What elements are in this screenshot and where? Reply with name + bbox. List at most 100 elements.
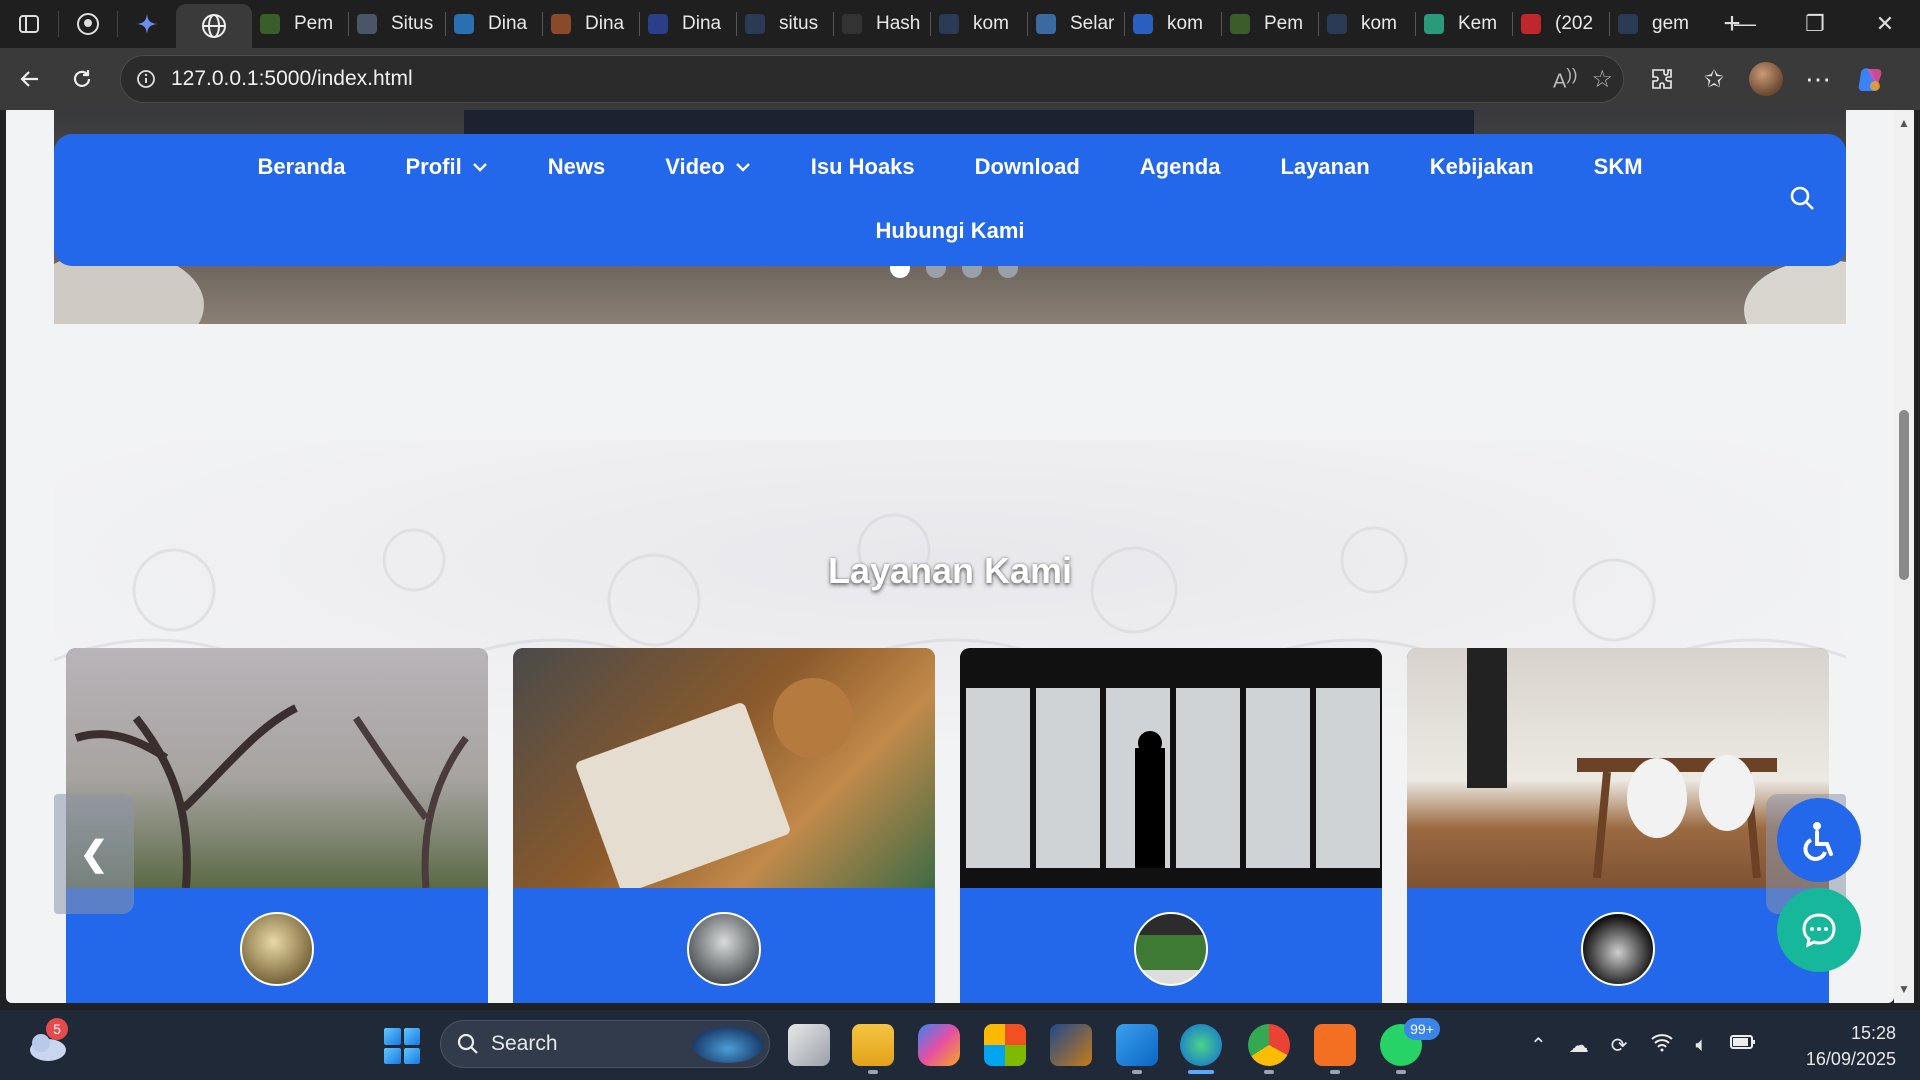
browser-tab[interactable]: kom — [931, 4, 1027, 44]
chevron-up-icon[interactable]: ⌃ — [1530, 1033, 1547, 1058]
volume-icon[interactable]: 🔈︎ — [1696, 1034, 1708, 1057]
task-view-icon[interactable] — [788, 1024, 830, 1066]
browser-tab[interactable]: Kem — [1416, 4, 1512, 44]
tab-active-localhost[interactable] — [176, 4, 252, 48]
globe-icon — [202, 14, 226, 38]
copilot-app-icon[interactable] — [918, 1024, 960, 1066]
copilot-icon[interactable] — [1844, 53, 1896, 105]
browser-tab[interactable]: Dina — [543, 4, 639, 44]
xampp-icon[interactable] — [1314, 1024, 1356, 1066]
favorites-icon[interactable]: ✩ — [1688, 53, 1740, 105]
nav-item-label: Profil — [405, 154, 462, 179]
search-icon[interactable] — [1788, 184, 1816, 217]
favorite-star-icon[interactable]: ☆ — [1591, 65, 1613, 94]
tab-label: kom — [1167, 13, 1203, 34]
tab-label: Selar — [1070, 13, 1115, 34]
onedrive-icon[interactable]: ☁ — [1569, 1033, 1589, 1058]
nav-item-profil[interactable]: Profil — [375, 154, 517, 180]
tab-actions-icon[interactable] — [0, 0, 58, 48]
start-button[interactable] — [384, 1028, 420, 1064]
github-icon[interactable] — [59, 0, 117, 48]
browser-tab[interactable]: Dina — [446, 4, 542, 44]
service-card[interactable] — [960, 648, 1382, 1003]
service-card[interactable] — [513, 648, 935, 1003]
taskbar-search[interactable]: Search — [440, 1020, 770, 1068]
more-menu-icon[interactable]: ⋯ — [1792, 53, 1844, 105]
tab-favicon-icon — [357, 14, 377, 34]
carousel-prev-button[interactable]: ❮ — [54, 794, 134, 914]
nav-item-news[interactable]: News — [518, 154, 635, 180]
minimize-button[interactable]: — — [1710, 0, 1780, 48]
browser-tab[interactable]: (202 — [1513, 4, 1609, 44]
running-indicator — [1330, 1070, 1340, 1074]
nav-item-video[interactable]: Video — [635, 154, 781, 180]
tab-label: kom — [1361, 13, 1397, 34]
nav-item-skm[interactable]: SKM — [1564, 154, 1673, 180]
browser-tab[interactable]: kom — [1319, 4, 1415, 44]
scroll-up-icon[interactable]: ▲ — [1897, 116, 1911, 130]
browser-tab[interactable]: situs — [737, 4, 833, 44]
nav-item-layanan[interactable]: Layanan — [1250, 154, 1399, 180]
page-scrollbar[interactable]: ▲ ▼ — [1894, 110, 1914, 1003]
extensions-icon[interactable] — [1636, 53, 1688, 105]
tab-favicon-icon — [1327, 14, 1347, 34]
search-highlight-image — [693, 1027, 763, 1063]
app-icon[interactable] — [1050, 1024, 1092, 1066]
edge-icon[interactable] — [1180, 1024, 1222, 1066]
gemini-icon[interactable] — [118, 0, 176, 48]
nav-item-agenda[interactable]: Agenda — [1110, 154, 1251, 180]
service-card-avatar — [1581, 912, 1655, 986]
tab-favicon-icon — [1618, 14, 1638, 34]
accessibility-button[interactable] — [1777, 798, 1861, 882]
nav-item-download[interactable]: Download — [945, 154, 1110, 180]
browser-tab[interactable]: Dina — [640, 4, 736, 44]
scroll-thumb[interactable] — [1899, 410, 1909, 580]
tab-favicon-icon — [1133, 14, 1153, 34]
refresh-icon[interactable] — [56, 53, 108, 105]
nav-item-beranda[interactable]: Beranda — [227, 154, 375, 180]
main-navbar: Beranda Profil News Video Isu Hoaks Download A… — [54, 134, 1846, 266]
nav-item-label: Isu Hoaks — [810, 154, 915, 179]
browser-tab[interactable]: Pem — [252, 4, 348, 44]
tab-favicon-icon — [1230, 14, 1250, 34]
browser-toolbar: 127.0.0.1:5000/index.html A)) ☆ ✩ ⋯ — [0, 48, 1920, 110]
tab-label: Pem — [294, 13, 334, 34]
vscode-icon[interactable] — [1116, 1024, 1158, 1066]
whatsapp-badge: 99+ — [1404, 1018, 1440, 1040]
file-explorer-icon[interactable] — [852, 1024, 894, 1066]
browser-tab[interactable]: kom — [1125, 4, 1221, 44]
nav-item-label: Agenda — [1139, 154, 1221, 179]
battery-icon[interactable] — [1729, 1033, 1756, 1057]
restore-button[interactable]: ❐ — [1780, 0, 1850, 48]
clock-time: 15:28 — [1850, 1023, 1896, 1043]
tab-favicon-icon — [745, 14, 765, 34]
browser-tab[interactable]: Situs — [349, 4, 445, 44]
url-text[interactable]: 127.0.0.1:5000/index.html — [171, 67, 413, 91]
profile-avatar[interactable] — [1740, 53, 1792, 105]
chat-button[interactable] — [1777, 888, 1861, 972]
system-clock[interactable]: 15:28 16/09/2025 — [1806, 1020, 1896, 1072]
tab-favicon-icon — [1424, 14, 1444, 34]
read-aloud-icon[interactable]: A)) — [1553, 65, 1577, 94]
browser-tab[interactable]: Pem — [1222, 4, 1318, 44]
nav-item-label: Kebijakan — [1429, 154, 1534, 179]
service-card-avatar — [1134, 912, 1208, 986]
site-info-icon[interactable] — [121, 69, 171, 89]
browser-tab[interactable]: gem — [1610, 4, 1706, 44]
sync-icon[interactable]: ⟳ — [1611, 1033, 1628, 1058]
browser-tab[interactable]: Hash — [834, 4, 930, 44]
nav-menu: Beranda Profil News Video Isu Hoaks Download A… — [54, 154, 1846, 180]
scroll-down-icon[interactable]: ▼ — [1897, 982, 1911, 996]
close-button[interactable]: ✕ — [1850, 0, 1920, 48]
toolbar-right-actions: ✩ ⋯ — [1636, 53, 1896, 105]
address-bar[interactable]: 127.0.0.1:5000/index.html A)) ☆ — [120, 55, 1624, 103]
nav-item-label: Layanan — [1280, 154, 1370, 179]
browser-tab[interactable]: Selar — [1028, 4, 1124, 44]
nav-item-kebijakan[interactable]: Kebijakan — [1400, 154, 1564, 180]
microsoft-store-icon[interactable] — [984, 1024, 1026, 1066]
wifi-icon[interactable] — [1650, 1032, 1674, 1058]
nav-item-hubungi-kami[interactable]: Hubungi Kami — [845, 218, 1054, 244]
nav-item-isu-hoaks[interactable]: Isu Hoaks — [781, 154, 945, 180]
back-icon[interactable] — [4, 53, 56, 105]
chrome-icon[interactable] — [1248, 1024, 1290, 1066]
